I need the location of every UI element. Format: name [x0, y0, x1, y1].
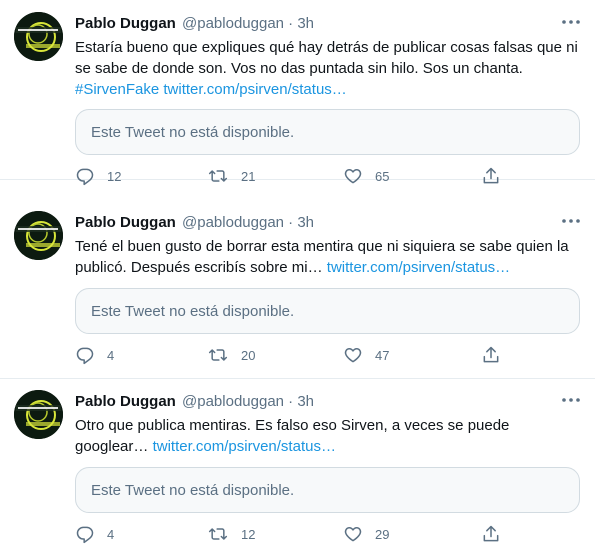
avatar[interactable]: [14, 12, 63, 61]
avatar[interactable]: [14, 390, 63, 439]
tweet-actions: 12 21 65: [75, 165, 505, 187]
like-button[interactable]: 65: [343, 165, 389, 187]
retweet-count: 20: [241, 347, 256, 363]
status-link[interactable]: twitter.com/psirven/status…: [153, 438, 336, 455]
more-icon[interactable]: [560, 12, 582, 32]
tweet-header: Pablo Duggan @pabloduggan · 3h: [75, 392, 314, 412]
author-handle[interactable]: @pabloduggan: [182, 214, 284, 231]
like-count: 47: [375, 347, 390, 363]
tweet[interactable]: Pablo Duggan @pabloduggan · 3h Estaría b…: [0, 0, 595, 186]
timestamp[interactable]: 3h: [297, 214, 314, 231]
avatar-logo-image: [14, 12, 63, 61]
quoted-tweet-message: Este Tweet no está disponible.: [91, 124, 295, 141]
tweet-header: Pablo Duggan @pabloduggan · 3h: [75, 213, 314, 233]
tweet-text: Otro que publica mentiras. Es falso eso …: [75, 415, 580, 457]
share-icon: [483, 525, 499, 542]
tweet-actions: 4 12 29: [75, 523, 505, 545]
tweet-header: Pablo Duggan @pabloduggan · 3h: [75, 14, 314, 34]
quoted-tweet-message: Este Tweet no está disponible.: [91, 482, 295, 499]
like-count: 29: [375, 526, 390, 542]
share-button[interactable]: [481, 344, 501, 366]
share-button[interactable]: [481, 523, 501, 545]
status-link[interactable]: twitter.com/psirven/status…: [163, 81, 346, 98]
reply-count: 4: [107, 347, 115, 363]
like-button[interactable]: 47: [343, 344, 389, 366]
hashtag-link[interactable]: #SirvenFake: [75, 81, 159, 98]
reply-button[interactable]: 12: [75, 165, 121, 187]
like-icon: [344, 527, 362, 542]
like-button[interactable]: 29: [343, 523, 389, 545]
quoted-tweet-message: Este Tweet no está disponible.: [91, 303, 295, 320]
tweet-actions: 4 20 47: [75, 344, 505, 366]
quoted-tweet-unavailable[interactable]: Este Tweet no está disponible.: [75, 288, 580, 334]
separator: ·: [288, 15, 294, 32]
tweet-text: Estaría bueno que expliques qué hay detr…: [75, 37, 580, 100]
reply-icon: [76, 168, 94, 186]
quoted-tweet-unavailable[interactable]: Este Tweet no está disponible.: [75, 109, 580, 155]
tweet-text: Tené el buen gusto de borrar esta mentir…: [75, 236, 580, 278]
reply-count: 4: [107, 526, 115, 542]
reply-button[interactable]: 4: [75, 344, 114, 366]
more-icon[interactable]: [560, 390, 582, 410]
tweet[interactable]: Pablo Duggan @pabloduggan · 3h Otro que …: [0, 378, 595, 556]
share-icon: [483, 346, 499, 363]
timestamp[interactable]: 3h: [297, 15, 314, 32]
status-link[interactable]: twitter.com/psirven/status…: [327, 259, 510, 276]
tweet-text-content: Estaría bueno que expliques qué hay detr…: [75, 39, 578, 77]
timestamp[interactable]: 3h: [297, 393, 314, 410]
author-handle[interactable]: @pabloduggan: [182, 15, 284, 32]
retweet-icon: [208, 528, 228, 540]
reply-count: 12: [107, 168, 122, 184]
separator: ·: [288, 214, 294, 231]
like-count: 65: [375, 168, 390, 184]
author-name[interactable]: Pablo Duggan: [75, 393, 176, 410]
like-icon: [344, 348, 362, 363]
retweet-count: 12: [241, 526, 256, 542]
retweet-button[interactable]: 20: [207, 344, 255, 366]
retweet-count: 21: [241, 168, 256, 184]
author-handle[interactable]: @pabloduggan: [182, 393, 284, 410]
like-icon: [344, 169, 362, 184]
more-icon[interactable]: [560, 211, 582, 231]
retweet-button[interactable]: 21: [207, 165, 255, 187]
avatar[interactable]: [14, 211, 63, 260]
retweet-icon: [208, 170, 228, 182]
share-button[interactable]: [481, 165, 501, 187]
reply-button[interactable]: 4: [75, 523, 114, 545]
author-name[interactable]: Pablo Duggan: [75, 15, 176, 32]
retweet-icon: [208, 349, 228, 361]
tweet[interactable]: Pablo Duggan @pabloduggan · 3h Tené el b…: [0, 199, 595, 379]
reply-icon: [76, 526, 94, 544]
retweet-button[interactable]: 12: [207, 523, 255, 545]
reply-icon: [76, 347, 94, 365]
author-name[interactable]: Pablo Duggan: [75, 214, 176, 231]
avatar-logo-image: [14, 390, 63, 439]
avatar-logo-image: [14, 211, 63, 260]
separator: ·: [288, 393, 294, 410]
quoted-tweet-unavailable[interactable]: Este Tweet no está disponible.: [75, 467, 580, 513]
share-icon: [483, 167, 499, 184]
